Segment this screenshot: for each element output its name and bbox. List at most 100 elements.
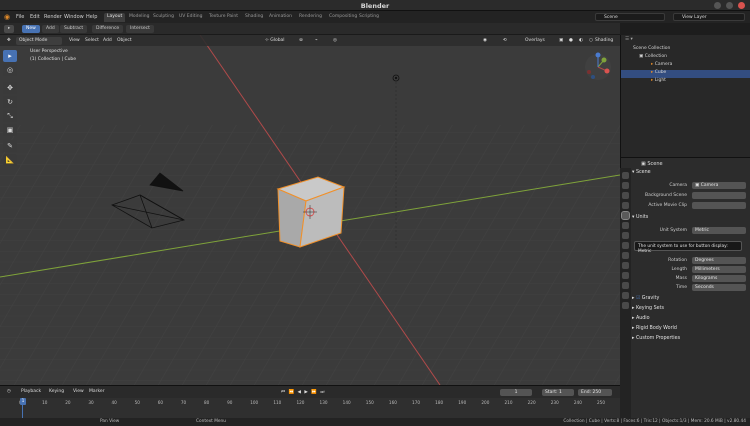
snap-icon[interactable]: ⌁ bbox=[312, 37, 321, 45]
move-tool-icon[interactable]: ✥ bbox=[3, 82, 17, 94]
outliner-item-camera[interactable]: ▸ Camera bbox=[621, 62, 750, 70]
overlays-toggle[interactable]: Overlays bbox=[522, 37, 548, 45]
blender-logo-icon[interactable]: ◉ bbox=[4, 13, 10, 21]
visibility-icon[interactable]: ◉ bbox=[480, 37, 490, 45]
timeline-menu-marker[interactable]: Marker bbox=[86, 388, 108, 396]
unit-system-dropdown[interactable]: Metric bbox=[692, 227, 746, 234]
mode-subtract-button[interactable]: Subtract bbox=[60, 25, 88, 33]
rotate-tool-icon[interactable]: ↻ bbox=[3, 96, 17, 108]
measure-tool-icon[interactable]: 📐 bbox=[3, 154, 17, 166]
menu-help[interactable]: Help bbox=[86, 14, 97, 20]
rotation-dropdown[interactable]: Degrees bbox=[692, 257, 746, 264]
physics-tab-icon[interactable] bbox=[622, 262, 629, 269]
workspace-tab-texture-paint[interactable]: Texture Paint bbox=[206, 13, 241, 22]
transform-orientation-dropdown[interactable]: ⊹ Global bbox=[262, 37, 288, 45]
workspace-tab-layout[interactable]: Layout bbox=[104, 13, 126, 22]
workspace-tab-animation[interactable]: Animation bbox=[266, 13, 295, 22]
viewport-menu-add[interactable]: Add bbox=[100, 37, 115, 45]
proportional-edit-icon[interactable]: ◎ bbox=[330, 37, 340, 45]
viewport-menu-object[interactable]: Object bbox=[114, 37, 135, 45]
3d-viewport[interactable]: User Perspective (1) Collection | Cube bbox=[0, 35, 620, 385]
background-scene-field[interactable] bbox=[692, 192, 746, 199]
custom-properties-panel-header[interactable]: ▸ Custom Properties bbox=[632, 336, 750, 344]
select-box-icon[interactable]: ▸ bbox=[4, 25, 15, 33]
outliner-item-light[interactable]: ▸ Light bbox=[621, 78, 750, 86]
tool-tab-icon[interactable] bbox=[622, 172, 629, 179]
mode-difference-button[interactable]: Difference bbox=[92, 25, 124, 33]
mode-add-button[interactable]: Add bbox=[42, 25, 59, 33]
view-layer-tab-icon[interactable] bbox=[622, 202, 629, 209]
rigid-body-panel-header[interactable]: ▸ Rigid Body World bbox=[632, 326, 750, 334]
frame-label: 160 bbox=[388, 400, 397, 405]
frame-label: 240 bbox=[573, 400, 582, 405]
workspace-tab-uv-editing[interactable]: UV Editing bbox=[176, 13, 205, 22]
gravity-checkbox[interactable]: ☑ bbox=[636, 296, 640, 301]
camera-field[interactable]: ▣ Camera bbox=[692, 182, 746, 189]
timeline-menu-view[interactable]: View bbox=[70, 388, 87, 396]
outliner-collection[interactable]: ▣ Collection bbox=[621, 54, 750, 62]
playback-controls-icon[interactable]: ⏮ ⏪ ◀ ▶ ⏩ ⏭ bbox=[278, 388, 328, 396]
workspace-tab-modeling[interactable]: Modeling bbox=[126, 13, 152, 22]
cursor-tool-icon[interactable]: ◎ bbox=[3, 64, 17, 76]
keying-sets-panel-header[interactable]: ▸ Keying Sets bbox=[632, 306, 750, 314]
texture-tab-icon[interactable] bbox=[622, 302, 629, 309]
viewport-menu-select[interactable]: Select bbox=[82, 37, 102, 45]
playhead[interactable]: 1 bbox=[20, 398, 26, 405]
scene-panel-header[interactable]: ▾ Scene bbox=[632, 170, 750, 178]
solid-shading-icon[interactable]: ● bbox=[566, 37, 576, 45]
select-box-tool-icon[interactable]: ▸ bbox=[3, 50, 17, 62]
material-tab-icon[interactable] bbox=[622, 292, 629, 299]
object-mode-dropdown[interactable]: Object Mode bbox=[16, 37, 62, 45]
object-tab-icon[interactable] bbox=[622, 232, 629, 239]
shading-dropdown[interactable]: Shading bbox=[592, 37, 616, 45]
mode-intersect-button[interactable]: Intersect bbox=[126, 25, 154, 33]
menu-render[interactable]: Render bbox=[44, 14, 62, 20]
timeline-editor-icon[interactable]: ◷ bbox=[4, 388, 14, 396]
time-dropdown[interactable]: Seconds bbox=[692, 284, 746, 291]
menu-edit[interactable]: Edit bbox=[30, 14, 40, 20]
menu-window[interactable]: Window bbox=[64, 14, 84, 20]
menu-file[interactable]: File bbox=[16, 14, 24, 20]
scene-selector[interactable]: Scene bbox=[595, 13, 665, 21]
audio-panel-header[interactable]: ▸ Audio bbox=[632, 316, 750, 324]
view-layer-selector[interactable]: View Layer bbox=[673, 13, 745, 21]
data-tab-icon[interactable] bbox=[622, 282, 629, 289]
maximize-button[interactable] bbox=[726, 2, 733, 9]
units-panel-header[interactable]: ▾ Units bbox=[632, 215, 750, 223]
workspace-tab-rendering[interactable]: Rendering bbox=[296, 13, 325, 22]
material-shading-icon[interactable]: ◐ bbox=[576, 37, 586, 45]
outliner-scene-collection[interactable]: Scene Collection bbox=[621, 46, 750, 54]
length-dropdown[interactable]: Millimeters bbox=[692, 266, 746, 273]
minimize-button[interactable] bbox=[714, 2, 721, 9]
current-frame-field[interactable]: 1 bbox=[500, 389, 532, 396]
workspace-tab-scripting[interactable]: Scripting bbox=[356, 13, 382, 22]
start-frame-field[interactable]: Start: 1 bbox=[542, 389, 574, 396]
workspace-tab-shading[interactable]: Shading bbox=[242, 13, 266, 22]
timeline-area[interactable]: 0102030405060708090100110120130140150160… bbox=[0, 398, 620, 418]
outliner-item-cube[interactable]: ▸ Cube bbox=[621, 70, 750, 78]
timeline-menu-keying[interactable]: Keying bbox=[46, 388, 67, 396]
gizmo-icon[interactable]: ⟲ bbox=[500, 37, 510, 45]
pivot-icon[interactable]: ⊚ bbox=[296, 37, 306, 45]
scale-tool-icon[interactable]: ⤡ bbox=[3, 110, 17, 122]
output-tab-icon[interactable] bbox=[622, 192, 629, 199]
scene-tab-icon[interactable] bbox=[621, 211, 630, 220]
viewport-menu-view[interactable]: View bbox=[66, 37, 83, 45]
world-tab-icon[interactable] bbox=[622, 222, 629, 229]
timeline-menu-playback[interactable]: Playback bbox=[18, 388, 44, 396]
mode-new-button[interactable]: New bbox=[22, 25, 40, 33]
annotate-tool-icon[interactable]: ✎ bbox=[3, 140, 17, 152]
render-tab-icon[interactable] bbox=[622, 182, 629, 189]
close-button[interactable] bbox=[738, 2, 745, 9]
active-clip-field[interactable] bbox=[692, 202, 746, 209]
particles-tab-icon[interactable] bbox=[622, 252, 629, 259]
gravity-panel-header[interactable]: ▸ ☑ Gravity bbox=[632, 296, 750, 304]
end-frame-field[interactable]: End: 250 bbox=[578, 389, 612, 396]
editor-type-icon[interactable]: ✥ bbox=[4, 37, 14, 45]
mass-dropdown[interactable]: Kilograms bbox=[692, 275, 746, 282]
workspace-tab-sculpting[interactable]: Sculpting bbox=[150, 13, 177, 22]
transform-tool-icon[interactable]: ▣ bbox=[3, 124, 17, 136]
modifier-tab-icon[interactable] bbox=[622, 242, 629, 249]
xray-icon[interactable]: ▣ bbox=[556, 37, 566, 45]
constraints-tab-icon[interactable] bbox=[622, 272, 629, 279]
